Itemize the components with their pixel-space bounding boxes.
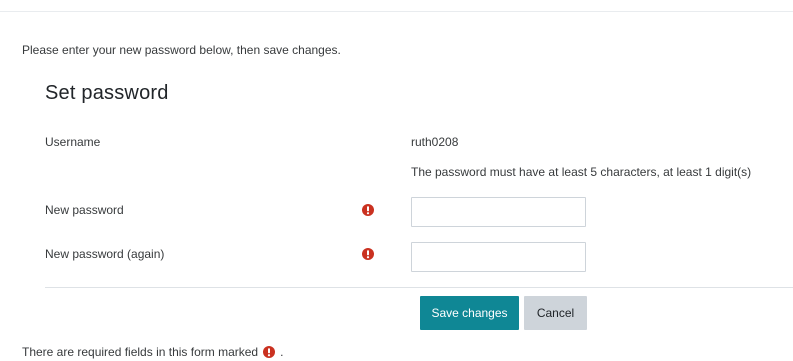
- new-password-again-label: New password (again): [45, 247, 165, 261]
- new-password-again-input[interactable]: [411, 242, 586, 272]
- required-icon: [362, 203, 374, 216]
- cancel-button[interactable]: Cancel: [524, 296, 587, 330]
- required-note-text: There are required fields in this form m…: [22, 345, 259, 359]
- intro-text: Please enter your new password below, th…: [22, 43, 341, 57]
- required-note-period: .: [280, 345, 284, 359]
- form-divider: [45, 287, 793, 288]
- new-password-input[interactable]: [411, 197, 586, 227]
- page-title: Set password: [45, 82, 169, 104]
- required-fields-note: There are required fields in this form m…: [22, 345, 283, 359]
- save-changes-button[interactable]: Save changes: [420, 296, 519, 330]
- required-icon: [362, 247, 374, 260]
- password-policy-text: The password must have at least 5 charac…: [411, 165, 752, 179]
- top-divider: [0, 11, 793, 12]
- username-value: ruth0208: [411, 135, 459, 149]
- new-password-label: New password: [45, 203, 124, 217]
- username-label: Username: [45, 135, 101, 149]
- required-icon: [263, 346, 276, 358]
